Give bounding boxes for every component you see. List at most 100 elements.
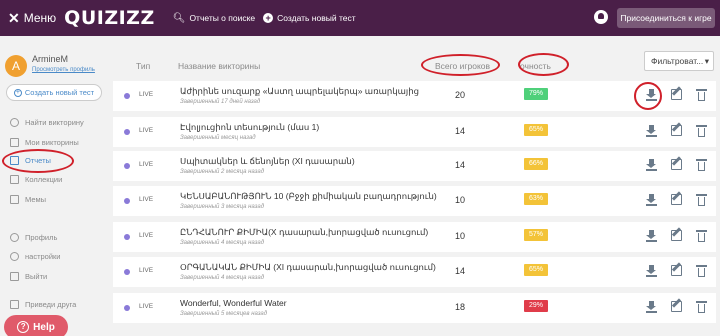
document-icon	[10, 138, 19, 147]
sidebar-item-settings[interactable]: настройки	[10, 252, 61, 261]
quizizz-logo[interactable]: QUIZIZZ	[64, 7, 155, 29]
sidebar-item-logout[interactable]: Выйти	[10, 272, 47, 281]
help-label: Help	[33, 321, 55, 333]
sidebar-item-memes[interactable]: Мемы	[10, 195, 46, 204]
view-profile-link[interactable]: Просмотреть профиль	[32, 67, 95, 73]
filter-dropdown[interactable]: Фильтроват... ▾	[644, 51, 714, 71]
table-row[interactable]: LIVE Էվոլյուցիոն տեսություն (մաս 1) Заверш…	[113, 117, 716, 147]
live-status-label: LIVE	[139, 91, 154, 98]
image-icon	[10, 195, 19, 204]
avatar[interactable]: A	[5, 55, 27, 77]
menu-label: Меню	[23, 11, 57, 25]
sidebar-item-label: Мемы	[25, 195, 47, 204]
total-players: 14	[455, 266, 466, 276]
username: ArmineM	[32, 54, 69, 64]
download-icon[interactable]	[646, 194, 657, 206]
accuracy-badge: 79%	[524, 88, 548, 100]
edit-icon[interactable]	[671, 89, 682, 100]
trash-icon[interactable]	[696, 194, 707, 206]
search-reports-label: Отчеты о поиске	[189, 13, 256, 23]
table-row[interactable]: LIVE Սպիտակներ և ճենոյներ (XI դասարան) Зав…	[113, 151, 716, 181]
sidebar-item-invite-friend[interactable]: Приведи друга	[10, 300, 76, 309]
create-test-link[interactable]: + Создать новый тест	[263, 13, 356, 23]
total-players: 10	[455, 231, 466, 241]
annotation-circle-reports	[2, 149, 74, 173]
quiz-title[interactable]: Սպիտակներ և ճենոյներ (XI դասարան)	[180, 156, 355, 167]
edit-icon[interactable]	[671, 230, 682, 241]
trash-icon[interactable]	[696, 230, 707, 242]
live-status-dot	[124, 269, 130, 275]
edit-icon[interactable]	[671, 125, 682, 136]
quiz-title[interactable]: ԸՆԴՀԱՆՈՒՐ ՔԻՄԻԱ(X դասարան,խորացված ուսու…	[180, 227, 428, 238]
live-status-dot	[124, 93, 130, 99]
trash-icon[interactable]	[696, 301, 707, 313]
quiz-title[interactable]: Wonderful, Wonderful Water	[180, 298, 287, 308]
sidebar-item-find-quiz[interactable]: Найти викторину	[10, 118, 84, 127]
download-icon[interactable]	[646, 301, 657, 313]
annotation-circle-accuracy	[518, 53, 569, 76]
sidebar-item-label: Коллекции	[25, 175, 63, 184]
quiz-completed-time: Завершенный месяц назад	[180, 135, 256, 141]
quiz-title[interactable]: Էվոլյուցիոն տեսություն (մաս 1)	[180, 122, 319, 133]
quiz-completed-time: Завершенный 5 месяцев назад	[180, 311, 268, 317]
quiz-completed-time: Завершенный 4 месяца назад	[180, 240, 265, 246]
gear-icon	[10, 252, 19, 261]
total-players: 14	[455, 126, 466, 136]
download-icon[interactable]	[646, 230, 657, 242]
table-row[interactable]: LIVE Wonderful, Wonderful Water Завершенны…	[113, 293, 716, 323]
quiz-completed-time: Завершенный 3 месяца назад	[180, 204, 265, 210]
live-status-label: LIVE	[139, 161, 154, 168]
new-test-label: Создать новый тест	[24, 88, 95, 97]
trash-icon[interactable]	[696, 265, 707, 277]
live-status-dot	[124, 129, 130, 135]
sidebar-item-label: настройки	[25, 252, 61, 261]
plus-icon: +	[263, 13, 274, 23]
trash-icon[interactable]	[696, 125, 707, 137]
search-icon	[10, 118, 19, 127]
sidebar-item-label: Приведи друга	[25, 300, 77, 309]
edit-icon[interactable]	[671, 265, 682, 276]
top-bar: ✕ Меню QUIZIZZ 🔍︎ Отчеты о поиске + Созд…	[0, 0, 720, 36]
total-players: 10	[455, 195, 466, 205]
sidebar-item-label: Профиль	[25, 233, 58, 242]
join-game-button[interactable]: Присоединиться к игре	[617, 8, 715, 28]
gift-icon	[10, 300, 19, 309]
accuracy-badge: 63%	[524, 193, 548, 205]
table-row[interactable]: LIVE ՕՐԳԱՆԱԿԱՆ ՔԻՄԻԱ (XI դասարան,խորացված…	[113, 257, 716, 287]
search-icon: 🔍︎	[172, 12, 186, 24]
table-row[interactable]: LIVE ԿԵՆՍԱԲԱՆՈՒԹՅՈՒՆ 10 (Բջջի քիմիական բա…	[113, 186, 716, 216]
table-row[interactable]: LIVE Աժիրինե սուզարք «Աստղ ապրելակերպ» առ…	[113, 81, 716, 111]
reports-table: Тип Название викторины Всего игроков очн…	[108, 36, 720, 336]
edit-icon[interactable]	[671, 159, 682, 170]
download-icon[interactable]	[646, 159, 657, 171]
question-icon: ?	[17, 321, 30, 333]
trash-icon[interactable]	[696, 159, 707, 171]
sidebar-item-label: Мои викторины	[25, 138, 79, 147]
search-reports-link[interactable]: 🔍︎ Отчеты о поиске	[173, 13, 255, 24]
live-status-dot	[124, 198, 130, 204]
quiz-title[interactable]: ԿԵՆՍԱԲԱՆՈՒԹՅՈՒՆ 10 (Բջջի քիմիական բաղադր…	[180, 191, 437, 202]
download-icon[interactable]	[646, 125, 657, 137]
notification-bell-icon[interactable]	[594, 10, 608, 24]
live-status-label: LIVE	[139, 267, 154, 274]
menu-button[interactable]: ✕ Меню	[8, 10, 56, 27]
trash-icon[interactable]	[696, 89, 707, 101]
live-status-dot	[124, 234, 130, 240]
quiz-title[interactable]: Աժիրինե սուզարք «Աստղ ապրելակերպ» առարկա…	[180, 86, 419, 97]
download-icon[interactable]	[646, 265, 657, 277]
close-icon: ✕	[8, 9, 20, 26]
table-row[interactable]: LIVE ԸՆԴՀԱՆՈՒՐ ՔԻՄԻԱ(X դասարան,խորացված ո…	[113, 222, 716, 252]
sidebar-item-collections[interactable]: Коллекции	[10, 175, 62, 184]
logout-icon	[10, 272, 19, 281]
annotation-circle-download	[634, 82, 662, 110]
header-quiz-name[interactable]: Название викторины	[178, 61, 260, 71]
live-status-label: LIVE	[139, 303, 154, 310]
help-button[interactable]: ? Help	[4, 315, 68, 336]
accuracy-badge: 66%	[524, 158, 548, 170]
sidebar-item-profile[interactable]: Профиль	[10, 233, 57, 242]
edit-icon[interactable]	[671, 301, 682, 312]
sidebar-item-my-quizzes[interactable]: Мои викторины	[10, 138, 79, 147]
quiz-title[interactable]: ՕՐԳԱՆԱԿԱՆ ՔԻՄԻԱ (XI դասարան,խորացված ուս…	[180, 262, 436, 273]
new-test-button[interactable]: + Создать новый тест	[6, 84, 102, 101]
edit-icon[interactable]	[671, 194, 682, 205]
